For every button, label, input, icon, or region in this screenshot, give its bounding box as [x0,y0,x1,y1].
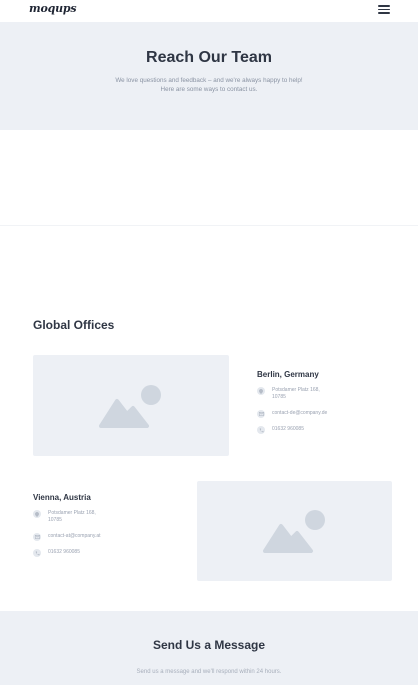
office-email: contact-at@company.at [33,533,173,541]
phone-number[interactable]: 01632 960085 [48,549,80,555]
top-navigation-bar: moqups [0,0,418,22]
berlin-office-image-placeholder [33,355,229,456]
email-link[interactable]: contact-at@company.at [48,533,101,539]
office-name: Vienna, Austria [33,493,91,502]
image-placeholder-icon [99,384,161,428]
email-link[interactable]: contact-de@company.de [272,410,327,416]
office-phone: 01632 960085 [33,549,173,557]
send-message-title: Send Us a Message [152,638,266,652]
hero-subtitle-line2: Here are some ways to contact us. [160,86,258,93]
hamburger-menu-button[interactable] [378,3,390,15]
phone-icon [257,426,265,434]
image-placeholder-icon [262,510,325,553]
address-line2: 10785 [272,394,286,400]
hamburger-icon-line [378,8,390,11]
address-line1: Potsdamer Platz 168, [48,510,96,516]
hero-title: Reach Our Team [146,49,272,66]
location-pin-icon [257,387,265,395]
office-address: Potsdamer Platz 168, 10785 [257,387,397,401]
brand-logo[interactable]: moqups [29,2,77,15]
phone-icon [33,549,41,557]
hamburger-icon-line [378,12,390,14]
office-phone: 01632 960085 [257,426,397,434]
global-offices-title: Global Offices [33,318,115,332]
email-icon [257,410,265,418]
hero-section: Reach Our Team We love questions and fee… [0,22,418,130]
address-line1: Potsdamer Platz 168, [272,387,320,393]
office-address: Potsdamer Platz 168, 10785 [33,510,173,524]
hero-subtitle-line1: We love questions and feedback – and we'… [115,77,303,84]
location-pin-icon [33,510,41,518]
send-message-section: Send Us a Message Send us a message and … [0,611,418,685]
office-name: Berlin, Germany [257,370,319,379]
email-icon [33,533,41,541]
office-email: contact-de@company.de [257,410,397,418]
send-message-subtitle: Send us a message and we'll respond with… [136,669,282,675]
hamburger-icon [378,5,390,7]
vienna-office-image-placeholder [197,481,392,581]
phone-number[interactable]: 01632 960085 [272,426,304,432]
vienna-office-info: Vienna, Austria Potsdamer Platz 168, 107… [33,493,173,565]
berlin-office-info: Berlin, Germany Potsdamer Platz 168, 107… [257,370,397,442]
section-divider [0,225,418,226]
address-line2: 10785 [48,517,62,523]
hero-subtitle: We love questions and feedback – and we'… [0,76,418,94]
